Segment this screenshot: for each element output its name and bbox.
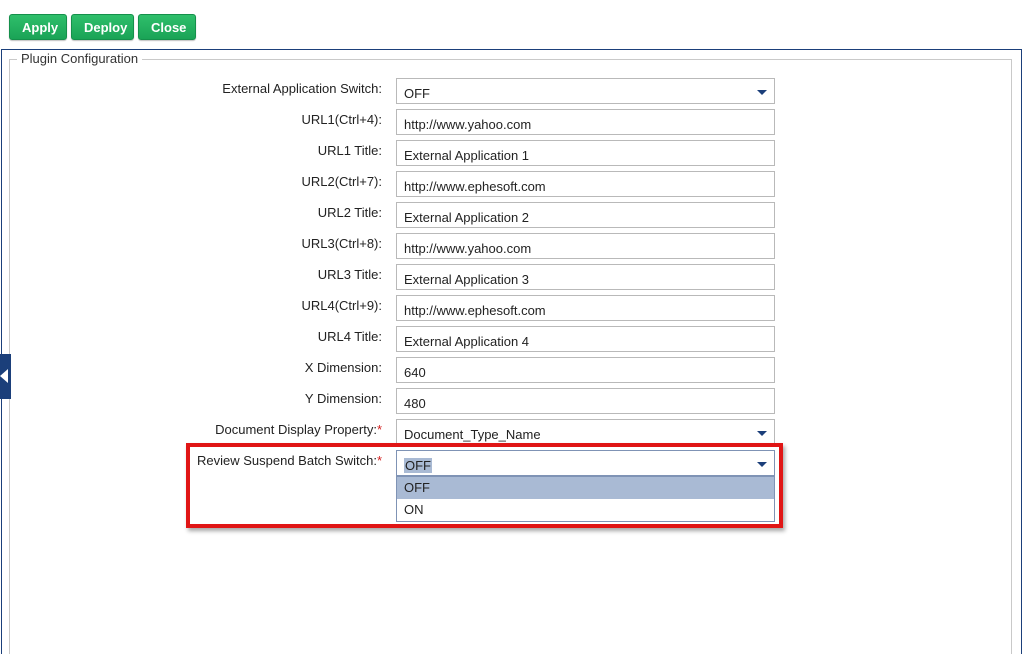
- field-label: Y Dimension:: [304, 391, 382, 406]
- field-label: URL4(Ctrl+9):: [301, 298, 382, 313]
- close-button[interactable]: Close: [138, 14, 196, 40]
- field-row-url2: URL2(Ctrl+7): http://www.ephesoft.com: [0, 171, 1025, 197]
- field-row-url3-title: URL3 Title: External Application 3: [0, 264, 1025, 290]
- field-row-url1: URL1(Ctrl+4): http://www.yahoo.com: [0, 109, 1025, 135]
- review-suspend-batch-switch-options: OFF ON: [396, 476, 775, 522]
- field-label: URL3(Ctrl+8):: [301, 236, 382, 251]
- y-dimension-input[interactable]: 480: [396, 388, 775, 414]
- external-application-switch-select[interactable]: OFF: [396, 78, 775, 104]
- url3-title-input[interactable]: External Application 3: [396, 264, 775, 290]
- field-label: URL2 Title:: [317, 205, 382, 220]
- field-row-document-display-property: Document Display Property:* Document_Typ…: [0, 419, 1025, 445]
- field-label: URL1 Title:: [317, 143, 382, 158]
- select-value: OFF: [404, 86, 430, 101]
- required-marker: *: [376, 422, 382, 437]
- field-row-url3: URL3(Ctrl+8): http://www.yahoo.com: [0, 233, 1025, 259]
- field-row-external-application-switch: External Application Switch: OFF: [0, 78, 1025, 104]
- field-label: URL1(Ctrl+4):: [301, 112, 382, 127]
- url1-title-input[interactable]: External Application 1: [396, 140, 775, 166]
- field-row-x-dimension: X Dimension: 640: [0, 357, 1025, 383]
- url1-input[interactable]: http://www.yahoo.com: [396, 109, 775, 135]
- field-label: Review Suspend Batch Switch:*: [197, 453, 382, 468]
- url2-title-input[interactable]: External Application 2: [396, 202, 775, 228]
- field-label: X Dimension:: [304, 360, 382, 375]
- select-value: Document_Type_Name: [404, 427, 541, 442]
- select-value: OFF: [404, 458, 432, 473]
- chevron-down-icon: [757, 431, 767, 436]
- field-row-url4-title: URL4 Title: External Application 4: [0, 326, 1025, 352]
- option-on[interactable]: ON: [397, 499, 774, 521]
- field-label-text: Document Display Property:: [215, 422, 377, 437]
- field-label: Document Display Property:*: [215, 422, 382, 437]
- field-row-url4: URL4(Ctrl+9): http://www.ephesoft.com: [0, 295, 1025, 321]
- field-label: External Application Switch:: [222, 81, 382, 96]
- field-row-review-suspend-batch-switch: Review Suspend Batch Switch:* OFF: [0, 450, 1025, 476]
- chevron-down-icon: [757, 90, 767, 95]
- review-suspend-batch-switch-select[interactable]: OFF: [396, 450, 775, 476]
- field-row-url2-title: URL2 Title: External Application 2: [0, 202, 1025, 228]
- field-row-url1-title: URL1 Title: External Application 1: [0, 140, 1025, 166]
- toolbar: Apply Deploy Close: [9, 14, 196, 40]
- fieldset-legend: Plugin Configuration: [17, 51, 143, 66]
- field-row-y-dimension: Y Dimension: 480: [0, 388, 1025, 414]
- url4-input[interactable]: http://www.ephesoft.com: [396, 295, 775, 321]
- document-display-property-select[interactable]: Document_Type_Name: [396, 419, 775, 445]
- field-label-text: Review Suspend Batch Switch:: [197, 453, 377, 468]
- field-label: URL2(Ctrl+7):: [301, 174, 382, 189]
- url2-input[interactable]: http://www.ephesoft.com: [396, 171, 775, 197]
- url3-input[interactable]: http://www.yahoo.com: [396, 233, 775, 259]
- chevron-down-icon: [757, 462, 767, 467]
- apply-button[interactable]: Apply: [9, 14, 67, 40]
- field-label: URL3 Title:: [317, 267, 382, 282]
- deploy-button[interactable]: Deploy: [71, 14, 134, 40]
- required-marker: *: [376, 453, 382, 468]
- option-off[interactable]: OFF: [397, 477, 774, 499]
- x-dimension-input[interactable]: 640: [396, 357, 775, 383]
- field-label: URL4 Title:: [317, 329, 382, 344]
- url4-title-input[interactable]: External Application 4: [396, 326, 775, 352]
